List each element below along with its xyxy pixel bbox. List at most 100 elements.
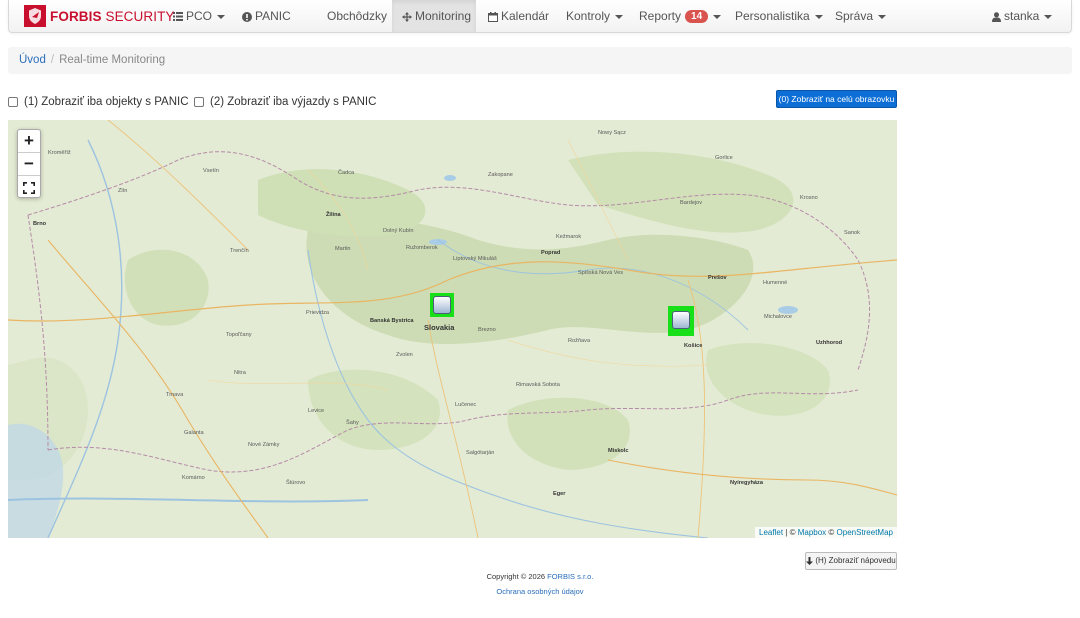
map-label-krosno: Krosno — [800, 195, 818, 201]
map-label-sahy: Šahy — [346, 420, 359, 426]
map-label-eger: Eger — [553, 491, 566, 497]
nav-obchodzky-label: Obchôdzky — [327, 9, 388, 23]
reporty-count-badge: 14 — [685, 10, 709, 24]
copyright-text: Copyright © 2026 — [486, 572, 548, 581]
nav-kontroly[interactable]: Kontroly — [566, 0, 624, 32]
chevron-down-icon — [814, 14, 823, 19]
nav-pco[interactable]: PCO — [173, 0, 226, 32]
map-label-kromeriz: Kroměříž — [48, 150, 71, 156]
arrow-down-icon — [806, 556, 814, 565]
map-label-topolcany: Topoľčany — [226, 332, 252, 338]
nav-personalistika-label: Personalistika — [735, 9, 810, 23]
map-label-rimavska-sobota: Rimavská Sobota — [516, 382, 560, 388]
nav-user-menu[interactable]: stanka — [992, 0, 1053, 32]
brand-name: FORBIS SECURITY — [50, 8, 175, 24]
monitoring-map[interactable]: Slovakia Banská Bystrica Brno Žilina Pop… — [8, 120, 897, 538]
map-label-zakopane: Zakopane — [488, 172, 513, 178]
nav-monitoring[interactable]: Monitoring — [392, 0, 476, 32]
zoom-in-button[interactable]: + — [18, 130, 40, 153]
map-label-martin: Martin — [335, 246, 351, 252]
filter-panic-objects[interactable]: (1) Zobraziť iba objekty s PANIC — [8, 95, 189, 109]
footer-privacy: Ochrana osobných údajov — [0, 587, 1080, 596]
breadcrumb-home-link[interactable]: Úvod — [19, 54, 46, 66]
map-label-uzhhorod: Uzhhorod — [816, 340, 843, 346]
alert-icon — [242, 11, 252, 22]
map-label-gorlice: Gorlice — [715, 155, 733, 161]
company-link[interactable]: FORBIS s.r.o. — [547, 572, 593, 581]
nav-obchodzky[interactable]: Obchôdzky — [327, 0, 387, 32]
map-label-miskolc: Miskolc — [608, 448, 629, 454]
map-label-trencin: Trenčín — [230, 248, 249, 254]
map-label-kosice: Košice — [684, 343, 703, 349]
nav-reporty[interactable]: Reporty 14 — [639, 0, 722, 32]
map-marker-object[interactable] — [668, 306, 694, 336]
brand-logo[interactable]: FORBIS SECURITY — [24, 5, 175, 27]
map-label-michalovce: Michalovce — [764, 314, 792, 320]
fullscreen-button[interactable]: (0) Zobraziť na celú obrazovku — [776, 90, 897, 108]
openstreetmap-link[interactable]: OpenStreetMap — [837, 528, 893, 537]
expand-icon — [23, 181, 35, 194]
map-label-komarno: Komárno — [182, 475, 205, 481]
mapbox-link[interactable]: Mapbox — [798, 528, 826, 537]
map-label-nove-zamky: Nové Zámky — [248, 442, 280, 448]
map-label-poprad: Poprad — [541, 250, 561, 256]
move-arrows-icon — [402, 11, 412, 22]
shield-logo-icon — [24, 5, 46, 27]
nav-kalendar-label: Kalendár — [501, 9, 550, 23]
map-label-zvolen: Zvolen — [396, 352, 413, 358]
panic-objects-checkbox[interactable] — [8, 97, 18, 107]
chevron-down-icon — [615, 14, 624, 19]
map-label-brno: Brno — [33, 221, 47, 227]
nav-reporty-label: Reporty — [639, 9, 682, 23]
map-label-slovakia: Slovakia — [424, 323, 455, 332]
nav-kalendar[interactable]: Kalendár — [488, 0, 549, 32]
privacy-link[interactable]: Ochrana osobných údajov — [496, 587, 583, 596]
nav-kontroly-label: Kontroly — [566, 9, 611, 23]
map-label-ruzomberok: Ružomberok — [406, 245, 438, 251]
panic-trips-checkbox[interactable] — [194, 97, 204, 107]
footer-copyright: Copyright © 2026 FORBIS s.r.o. — [0, 572, 1080, 581]
filter-panic-trips[interactable]: (2) Zobraziť iba výjazdy s PANIC — [194, 95, 376, 109]
chevron-down-icon — [878, 14, 887, 19]
chevron-down-icon — [1044, 14, 1053, 19]
chevron-down-icon — [217, 14, 226, 19]
map-label-spisska-nova-ves: Spišská Nová Ves — [578, 270, 624, 276]
building-marker-icon — [672, 311, 690, 329]
map-label-levice: Levice — [308, 408, 325, 414]
top-navbar: FORBIS SECURITY PCO PANIC Obchôdzky Moni… — [8, 0, 1072, 33]
fullscreen-toggle-button[interactable] — [18, 176, 40, 199]
nav-personalistika[interactable]: Personalistika — [735, 0, 823, 32]
map-label-prievidza: Prievidza — [306, 310, 330, 316]
zoom-out-button[interactable]: − — [18, 153, 40, 176]
panic-objects-label: (1) Zobraziť iba objekty s PANIC — [24, 96, 189, 108]
map-label-sanok: Sanok — [844, 230, 860, 236]
show-help-button[interactable]: (H) Zobraziť nápovedu — [805, 552, 897, 570]
map-label-brezno: Brezno — [478, 327, 496, 333]
map-label-nitra: Nitra — [234, 370, 246, 376]
breadcrumb-separator: / — [50, 54, 55, 66]
leaflet-link[interactable]: Leaflet — [759, 528, 783, 537]
map-label-kezmarok: Kežmarok — [556, 234, 582, 240]
map-marker-object[interactable] — [430, 293, 454, 317]
map-label-lucenec: Lučenec — [455, 402, 477, 408]
panic-trips-label: (2) Zobraziť iba výjazdy s PANIC — [210, 96, 377, 108]
map-label-salgotarjan: Salgótarján — [466, 450, 495, 456]
map-label-galanta: Galanta — [184, 430, 204, 436]
map-label-vsetin: Vsetín — [203, 168, 219, 174]
map-label-cadca: Čadca — [338, 170, 355, 176]
calendar-icon — [488, 11, 498, 22]
map-label-bardejov: Bardejov — [680, 200, 703, 206]
nav-monitoring-label: Monitoring — [415, 9, 472, 23]
nav-sprava[interactable]: Správa — [835, 0, 887, 32]
map-label-humenne: Humenné — [763, 280, 788, 286]
map-label-rozsnava: Rožňava — [568, 338, 591, 344]
map-label-zilina: Žilina — [326, 212, 341, 218]
nav-pco-label: PCO — [186, 9, 213, 23]
nav-panic[interactable]: PANIC — [242, 0, 291, 32]
map-label-zlin: Zlín — [118, 188, 128, 194]
map-label-presov: Prešov — [708, 275, 727, 281]
breadcrumb: Úvod / Real-time Monitoring — [8, 47, 1072, 74]
show-help-label: (H) Zobraziť nápovedu — [815, 556, 896, 565]
nav-panic-label: PANIC — [255, 9, 291, 23]
map-label-trnava: Trnava — [166, 392, 184, 398]
